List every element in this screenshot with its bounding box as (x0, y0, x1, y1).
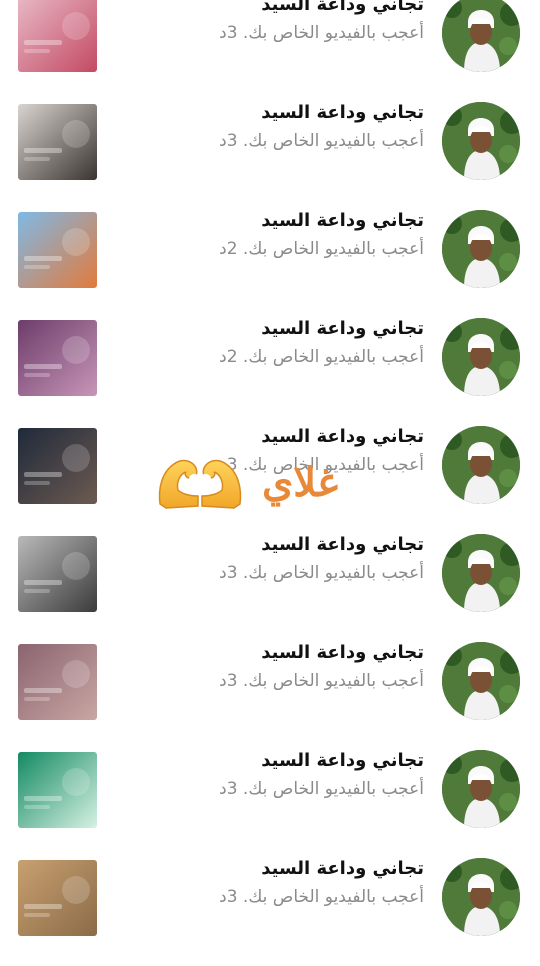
notification-row[interactable]: تجاني وداعة السيد أعجب بالفيديو الخاص بك… (0, 534, 540, 642)
video-thumbnail[interactable] (18, 752, 97, 828)
user-name[interactable]: تجاني وداعة السيد (261, 426, 424, 448)
notification-row[interactable]: تجاني وداعة السيد أعجب بالفيديو الخاص بك… (0, 642, 540, 750)
video-thumbnail[interactable] (18, 860, 97, 936)
notification-message: أعجب بالفيديو الخاص بك. 2د (219, 347, 424, 367)
user-avatar[interactable] (442, 858, 520, 936)
notification-row[interactable]: تجاني وداعة السيد أعجب بالفيديو الخاص بك… (0, 318, 540, 426)
video-thumbnail[interactable] (18, 104, 97, 180)
user-avatar[interactable] (442, 0, 520, 72)
video-thumbnail[interactable] (18, 212, 97, 288)
notification-row[interactable]: تجاني وداعة السيد أعجب بالفيديو الخاص بك… (0, 210, 540, 318)
notification-row[interactable]: تجاني وداعة السيد أعجب بالفيديو الخاص بك… (0, 0, 540, 102)
user-avatar[interactable] (442, 426, 520, 504)
user-avatar[interactable] (442, 318, 520, 396)
video-thumbnail[interactable] (18, 644, 97, 720)
sticker-overlay: غلاي (156, 446, 396, 526)
notification-row[interactable]: تجاني وداعة السيد أعجب بالفيديو الخاص بك… (0, 858, 540, 966)
user-name[interactable]: تجاني وداعة السيد (261, 642, 424, 664)
notification-message: أعجب بالفيديو الخاص بك. 3د (219, 887, 424, 907)
notification-row[interactable]: تجاني وداعة السيد أعجب بالفيديو الخاص بك… (0, 102, 540, 210)
video-thumbnail[interactable] (18, 536, 97, 612)
user-avatar[interactable] (442, 534, 520, 612)
user-avatar[interactable] (442, 102, 520, 180)
user-name[interactable]: تجاني وداعة السيد (261, 0, 424, 16)
user-name[interactable]: تجاني وداعة السيد (261, 750, 424, 772)
heart-hands-icon (158, 459, 242, 509)
notification-message: أعجب بالفيديو الخاص بك. 3د (219, 671, 424, 691)
user-name[interactable]: تجاني وداعة السيد (261, 318, 424, 340)
user-name[interactable]: تجاني وداعة السيد (261, 102, 424, 124)
notification-message: أعجب بالفيديو الخاص بك. 3د (219, 563, 424, 583)
video-thumbnail[interactable] (18, 320, 97, 396)
user-avatar[interactable] (442, 750, 520, 828)
notification-message: أعجب بالفيديو الخاص بك. 3د (219, 779, 424, 799)
video-thumbnail[interactable] (18, 0, 97, 72)
user-name[interactable]: تجاني وداعة السيد (261, 210, 424, 232)
video-thumbnail[interactable] (18, 428, 97, 504)
notification-row[interactable]: تجاني وداعة السيد أعجب بالفيديو الخاص بك… (0, 750, 540, 858)
user-avatar[interactable] (442, 642, 520, 720)
notification-message: أعجب بالفيديو الخاص بك. 3د (219, 23, 424, 43)
notification-message: أعجب بالفيديو الخاص بك. 2د (219, 239, 424, 259)
user-avatar[interactable] (442, 210, 520, 288)
user-name[interactable]: تجاني وداعة السيد (261, 534, 424, 556)
overlay-text: غلاي (262, 459, 339, 506)
user-name[interactable]: تجاني وداعة السيد (261, 858, 424, 880)
notification-message: أعجب بالفيديو الخاص بك. 3د (219, 131, 424, 151)
